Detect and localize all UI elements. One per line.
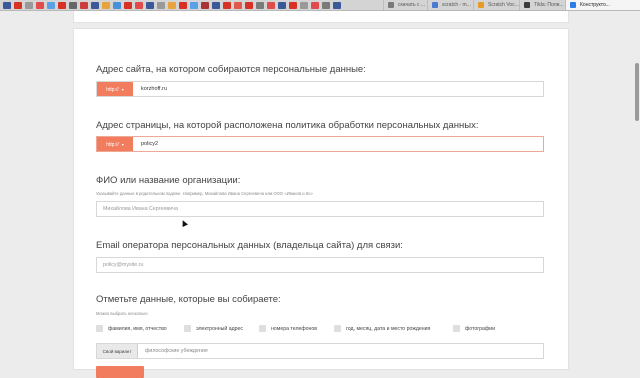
owner-email-question: Email оператора персональных данных (вла… (96, 240, 403, 251)
bookmark-icon[interactable] (157, 1, 165, 9)
checkbox[interactable] (184, 325, 191, 332)
custom-option-placeholder: философские убеждения (145, 348, 208, 354)
owner-email-input[interactable]: policy@mysite.ru (96, 257, 544, 273)
tab-title: скачать с ... (398, 2, 426, 8)
browser-tab-2[interactable]: scratch - m... (427, 0, 473, 10)
bookmark-icon[interactable] (201, 1, 209, 9)
bookmark-icon[interactable] (69, 1, 77, 9)
checkbox[interactable] (453, 325, 460, 332)
tab-title: Tilda: Поли... (534, 2, 564, 8)
bookmark-icon[interactable] (91, 1, 99, 9)
bookmark-icon[interactable] (168, 1, 176, 9)
bookmark-icon[interactable] (146, 1, 154, 9)
site-url-field[interactable]: http://▾ korzhoff.ru (96, 81, 544, 97)
policy-form-card: Адрес сайта, на котором собираются персо… (73, 28, 569, 378)
bookmark-icon[interactable] (3, 1, 11, 9)
bookmark-icon[interactable] (80, 1, 88, 9)
option-label: фамилия, имя, отчество (108, 326, 167, 332)
bookmark-icon[interactable] (333, 1, 341, 9)
bookmark-icon[interactable] (47, 1, 55, 9)
bookmark-icon[interactable] (190, 1, 198, 9)
site-url-value: korzhoff.ru (141, 86, 167, 92)
browser-tab-bar: скачать с ... scratch - m... Scratch Voc… (0, 0, 640, 11)
previous-card (73, 11, 569, 23)
checkbox[interactable] (96, 325, 103, 332)
checkbox[interactable] (334, 325, 341, 332)
bookmark-icon[interactable] (212, 1, 220, 9)
custom-option-button[interactable]: Свой вариант (97, 344, 138, 358)
add-option-button[interactable] (96, 366, 144, 378)
bookmark-icon[interactable] (245, 1, 253, 9)
bookmark-icon[interactable] (267, 1, 275, 9)
owner-name-input[interactable]: Михайлова Ивана Сергеевича (96, 201, 544, 217)
owner-name-placeholder: Михайлова Ивана Сергеевича (103, 206, 178, 212)
bookmark-icon[interactable] (102, 1, 110, 9)
tab-title: Scratch Voc... (488, 2, 519, 8)
collected-data-hint: Можно выбрать несколько (96, 311, 148, 316)
bookmark-icon[interactable] (256, 1, 264, 9)
tab-favicon-icon (524, 2, 530, 8)
owner-name-hint: Указывайте данные в родительном падеже. … (96, 191, 313, 196)
bookmark-icon[interactable] (311, 1, 319, 9)
owner-name-question: ФИО или название организации: (96, 175, 241, 186)
browser-tab-1[interactable]: скачать с ... (383, 0, 427, 10)
owner-email-placeholder: policy@mysite.ru (103, 262, 144, 268)
checkbox[interactable] (259, 325, 266, 332)
bookmark-icon[interactable] (58, 1, 66, 9)
bookmark-icon[interactable] (223, 1, 231, 9)
policy-url-value: policy2 (141, 141, 159, 147)
option-label: фотографии (465, 326, 495, 332)
tab-favicon-icon (570, 2, 576, 8)
browser-tab-active[interactable]: Конструкто... (565, 0, 640, 10)
site-url-question: Адрес сайта, на котором собираются персо… (96, 64, 366, 75)
bookmark-icon[interactable] (14, 1, 22, 9)
bookmark-icon[interactable] (322, 1, 330, 9)
bookmark-icon[interactable] (278, 1, 286, 9)
option-label: номера телефонов (271, 326, 318, 332)
page-scrollbar[interactable] (635, 63, 639, 121)
bookmark-icon[interactable] (300, 1, 308, 9)
bookmark-icon[interactable] (25, 1, 33, 9)
bookmark-icon[interactable] (234, 1, 242, 9)
tab-title: scratch - m... (442, 2, 471, 8)
bookmark-icon[interactable] (179, 1, 187, 9)
bookmark-icon[interactable] (124, 1, 132, 9)
bookmark-icon[interactable] (289, 1, 297, 9)
tab-favicon-icon (478, 2, 484, 8)
tab-title: Конструкто... (580, 2, 610, 8)
custom-option-field[interactable]: Свой вариант философские убеждения (96, 343, 544, 359)
option-label: электронный адрес (196, 326, 243, 332)
tab-favicon-icon (388, 2, 394, 8)
bookmark-icons (0, 0, 341, 10)
policy-url-question: Адрес страницы, на которой расположена п… (96, 120, 479, 131)
option-label: год, месяц, дата и место рождения (346, 326, 431, 332)
protocol-label: http:// (106, 142, 119, 148)
protocol-select[interactable]: http://▾ (97, 82, 133, 96)
protocol-select[interactable]: http://▾ (97, 137, 133, 151)
browser-tab-4[interactable]: Tilda: Поли... (519, 0, 565, 10)
page-content: Адрес сайта, на котором собираются персо… (0, 11, 640, 378)
bookmark-icon[interactable] (135, 1, 143, 9)
policy-url-field[interactable]: http://▾ policy2 (96, 136, 544, 152)
tab-favicon-icon (432, 2, 438, 8)
protocol-label: http:// (106, 87, 119, 93)
browser-tab-3[interactable]: Scratch Voc... (473, 0, 519, 10)
bookmark-icon[interactable] (113, 1, 121, 9)
collected-data-question: Отметьте данные, которые вы собираете: (96, 294, 281, 305)
chevron-down-icon: ▾ (121, 142, 124, 147)
collected-data-options: фамилия, имя, отчество электронный адрес… (96, 324, 556, 334)
chevron-down-icon: ▾ (121, 87, 124, 92)
bookmark-icon[interactable] (36, 1, 44, 9)
